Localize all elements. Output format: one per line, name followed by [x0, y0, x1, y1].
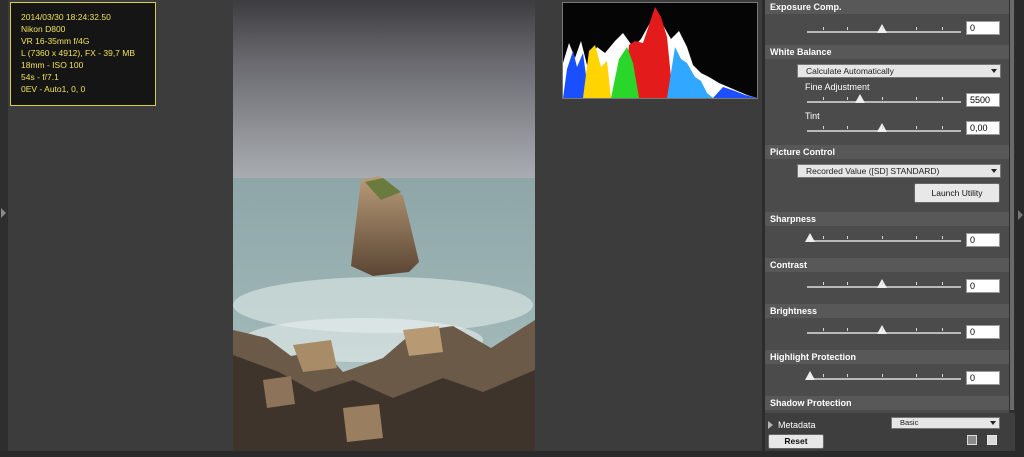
histogram — [562, 2, 758, 99]
white-balance-select[interactable]: Calculate Automatically — [797, 64, 1001, 78]
info-line-shutter: 54s - f/7.1 — [21, 72, 59, 82]
info-line-lens: VR 16-35mm f/4G — [21, 36, 90, 46]
launch-utility-button[interactable]: Launch Utility — [914, 183, 1000, 203]
contrast-value-field[interactable]: 0 — [966, 279, 1000, 293]
slider-tick — [882, 27, 883, 30]
reset-button[interactable]: Reset — [768, 434, 824, 449]
slider-tick — [823, 328, 824, 331]
sharpness-value-field[interactable]: 0 — [966, 233, 1000, 247]
metadata-mode-select[interactable]: Basic — [891, 417, 1000, 429]
sharpness-slider-track[interactable] — [807, 240, 961, 242]
slider-tick — [916, 236, 917, 239]
picture-control-select[interactable]: Recorded Value ([SD] STANDARD) — [797, 164, 1001, 178]
histogram-graph — [563, 7, 757, 98]
right-panel-collapse-strip[interactable] — [1015, 0, 1024, 457]
section-exposure-comp: Exposure Comp. — [765, 0, 1009, 14]
chevron-down-icon — [990, 421, 996, 425]
highlight-slider-thumb[interactable] — [805, 371, 815, 380]
slider-tick — [916, 97, 917, 100]
section-brightness: Brightness — [765, 304, 1009, 318]
sharpness-slider-thumb[interactable] — [805, 233, 815, 242]
adjustments-panel: Exposure Comp. 0 White Balance Calculate… — [765, 0, 1009, 413]
slider-tick — [916, 126, 917, 129]
fine-adjustment-track[interactable] — [807, 101, 961, 103]
bottom-status-strip — [0, 451, 1024, 457]
left-panel-collapse-strip[interactable] — [0, 0, 8, 457]
slider-tick — [847, 126, 848, 129]
section-highlight-protection: Highlight Protection — [765, 350, 1009, 364]
fine-adjustment-label: Fine Adjustment — [805, 82, 870, 92]
metadata-label: Metadata — [778, 420, 816, 430]
slider-tick — [882, 328, 883, 331]
section-picture-control: Picture Control — [765, 145, 1009, 159]
fine-adjustment-thumb[interactable] — [855, 94, 865, 103]
slider-tick — [823, 126, 824, 129]
chevron-down-icon — [991, 169, 997, 173]
info-line-datetime: 2014/03/30 18:24:32.50 — [21, 12, 111, 22]
fine-adjustment-value-field[interactable]: 5500 — [966, 93, 1000, 107]
copy-settings-icon[interactable] — [967, 435, 977, 445]
slider-tick — [823, 97, 824, 100]
info-line-camera: Nikon D800 — [21, 24, 66, 34]
exposure-value-field[interactable]: 0 — [966, 21, 1000, 35]
triangle-right-icon[interactable] — [768, 421, 773, 429]
slider-tick — [942, 27, 943, 30]
slider-tick — [823, 374, 824, 377]
slider-tick — [882, 282, 883, 285]
highlight-value-field[interactable]: 0 — [966, 371, 1000, 385]
slider-tick — [942, 97, 943, 100]
highlight-slider-track[interactable] — [807, 378, 961, 380]
save-icon[interactable] — [987, 435, 997, 445]
bottom-controls: Metadata Basic Reset — [765, 413, 1015, 451]
section-contrast: Contrast — [765, 258, 1009, 272]
slider-tick — [942, 236, 943, 239]
slider-tick — [847, 97, 848, 100]
info-line-exposure: 0EV - Auto1, 0, 0 — [21, 84, 86, 94]
section-sharpness: Sharpness — [765, 212, 1009, 226]
seascape-photo — [233, 0, 535, 451]
slider-tick — [882, 126, 883, 129]
white-balance-selected: Calculate Automatically — [806, 66, 894, 76]
expand-left-icon[interactable] — [1, 208, 6, 218]
photo-preview[interactable] — [233, 0, 535, 451]
slider-tick — [882, 97, 883, 100]
slider-tick — [823, 236, 824, 239]
slider-tick — [823, 27, 824, 30]
slider-tick — [847, 374, 848, 377]
section-white-balance: White Balance — [765, 45, 1009, 59]
section-shadow-protection: Shadow Protection — [765, 396, 1009, 410]
picture-control-selected: Recorded Value ([SD] STANDARD) — [806, 166, 940, 176]
slider-tick — [847, 282, 848, 285]
brightness-value-field[interactable]: 0 — [966, 325, 1000, 339]
collapse-right-icon[interactable] — [1018, 210, 1023, 220]
slider-tick — [823, 282, 824, 285]
slider-tick — [882, 374, 883, 377]
slider-tick — [942, 126, 943, 129]
slider-tick — [882, 236, 883, 239]
slider-tick — [942, 374, 943, 377]
slider-tick — [847, 27, 848, 30]
tint-label: Tint — [805, 111, 820, 121]
slider-tick — [847, 328, 848, 331]
info-line-focal-iso: 18mm - ISO 100 — [21, 60, 84, 70]
image-info-overlay: 2014/03/30 18:24:32.50 Nikon D800 VR 16-… — [10, 2, 156, 106]
slider-tick — [916, 328, 917, 331]
scrollbar-thumb[interactable] — [1010, 0, 1014, 410]
slider-tick — [942, 328, 943, 331]
chevron-down-icon — [991, 69, 997, 73]
slider-tick — [916, 282, 917, 285]
slider-tick — [942, 282, 943, 285]
metadata-mode-selected: Basic — [900, 418, 919, 427]
slider-tick — [916, 27, 917, 30]
tint-value-field[interactable]: 0,00 — [966, 121, 1000, 135]
slider-tick — [847, 236, 848, 239]
slider-tick — [916, 374, 917, 377]
info-line-size: L (7360 x 4912), FX - 39,7 MB — [21, 48, 136, 58]
